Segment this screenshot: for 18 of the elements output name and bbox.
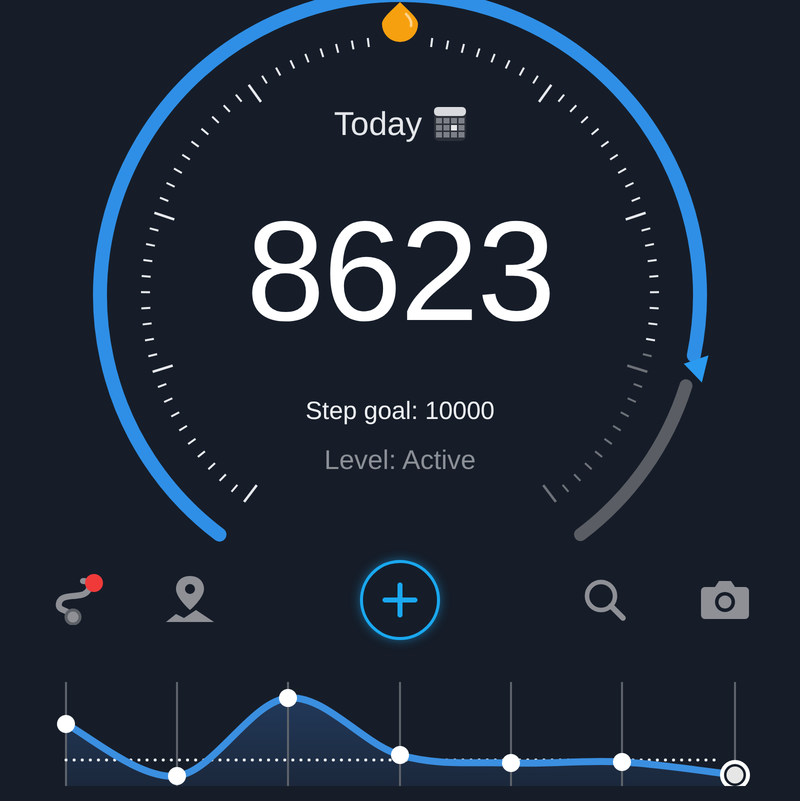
data-point[interactable]: [391, 746, 409, 764]
step-count: 8623: [246, 192, 554, 352]
drop-marker-icon: [382, 2, 418, 42]
search-icon: [583, 578, 627, 622]
data-point[interactable]: [613, 753, 631, 771]
camera-icon: [701, 581, 749, 619]
activity-level: Level: Active: [324, 444, 476, 476]
data-point[interactable]: [279, 689, 297, 707]
data-point[interactable]: [57, 715, 75, 733]
calendar-icon[interactable]: [434, 107, 466, 141]
data-point[interactable]: [502, 754, 520, 772]
progress-arrowhead: [684, 355, 708, 383]
step-goal: Step goal: 10000: [305, 396, 495, 426]
add-button[interactable]: [360, 560, 440, 640]
date-label: Today: [334, 104, 422, 144]
data-point[interactable]: [168, 767, 186, 785]
selected-point[interactable]: [720, 760, 750, 786]
plus-icon: [382, 582, 418, 618]
